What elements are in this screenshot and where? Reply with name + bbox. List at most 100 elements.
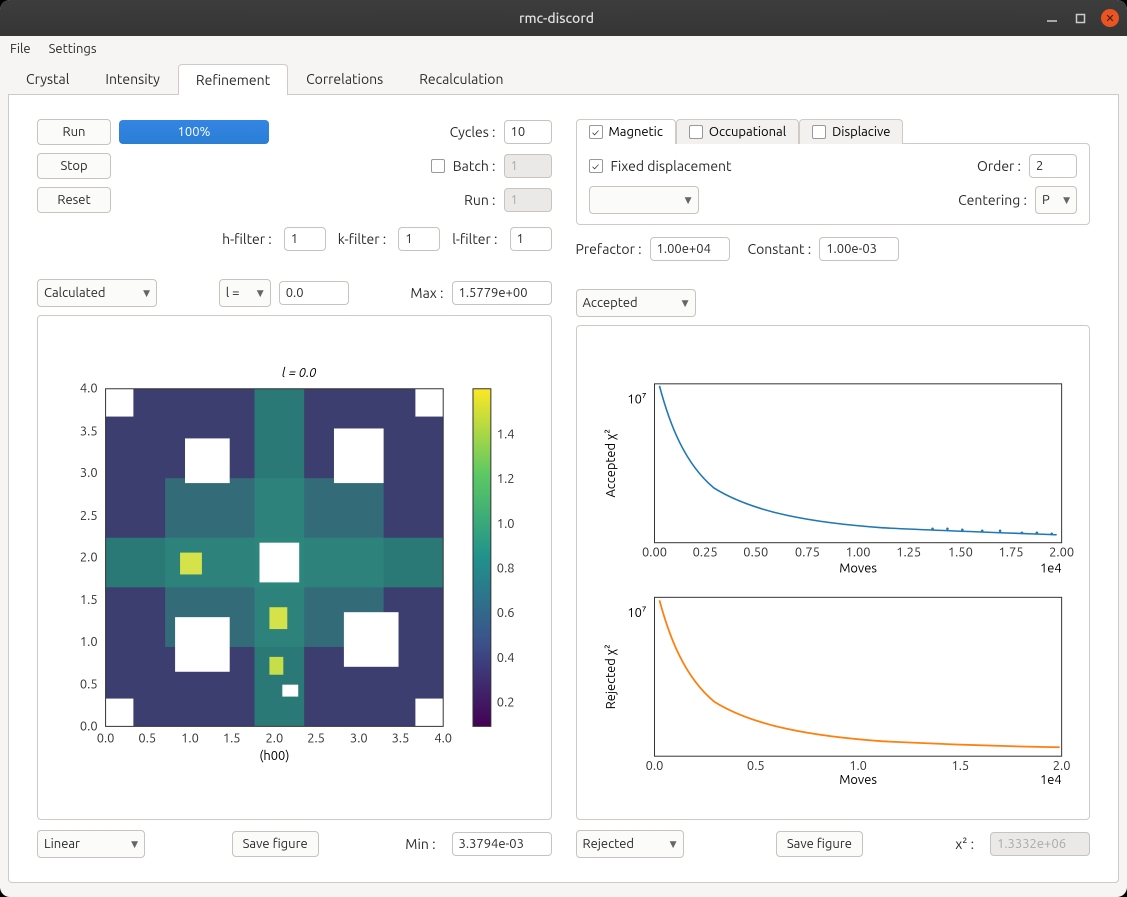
tab-recalculation[interactable]: Recalculation xyxy=(401,63,521,94)
svg-text:1.0: 1.0 xyxy=(497,517,515,531)
heatmap-title: l = 0.0 xyxy=(282,366,317,380)
lfilter-label: l-filter : xyxy=(452,231,497,247)
axis-select[interactable]: l = ▼ xyxy=(219,279,271,307)
window-minimize-button[interactable] xyxy=(1045,11,1059,25)
min-input[interactable] xyxy=(452,832,552,856)
svg-text:0.00: 0.00 xyxy=(642,546,667,560)
x2-label: x² : xyxy=(955,836,974,852)
centering-label: Centering : xyxy=(958,192,1027,208)
menu-settings[interactable]: Settings xyxy=(49,42,97,56)
hfilter-input[interactable] xyxy=(284,227,326,251)
accepted-select-value: Accepted xyxy=(583,296,638,310)
lfilter-input[interactable] xyxy=(510,227,552,251)
svg-text:10⁷: 10⁷ xyxy=(627,393,647,407)
svg-text:2.5: 2.5 xyxy=(307,731,325,745)
fixed-displacement-checkbox[interactable] xyxy=(589,159,603,173)
run-label: Run : xyxy=(464,192,495,208)
occupational-checkbox[interactable] xyxy=(689,125,703,139)
svg-text:1.4: 1.4 xyxy=(497,427,515,441)
svg-text:2.5: 2.5 xyxy=(80,509,98,523)
tab-refinement[interactable]: Refinement xyxy=(178,64,288,95)
chevron-down-icon: ▼ xyxy=(257,288,264,299)
svg-text:1.5: 1.5 xyxy=(951,759,969,773)
reset-button[interactable]: Reset xyxy=(37,187,111,213)
max-label: Max : xyxy=(410,285,443,301)
tab-correlations[interactable]: Correlations xyxy=(288,63,401,94)
subtab-magnetic-label: Magnetic xyxy=(609,125,663,139)
main-tabs: Crystal Intensity Refinement Correlation… xyxy=(8,63,1119,95)
heatmap-plot: l = 0.0 0.00.5 1.01.5 2.02.5 3.03.5 4.0 xyxy=(37,315,552,820)
chevron-down-icon: ▼ xyxy=(1063,195,1070,206)
chevron-down-icon: ▼ xyxy=(685,195,692,206)
cycles-label: Cycles : xyxy=(450,124,496,140)
chevron-down-icon: ▼ xyxy=(131,839,138,850)
subtab-displacive-label: Displacive xyxy=(832,125,890,139)
svg-text:1.5: 1.5 xyxy=(223,731,241,745)
heatmap-xlabel: (h00) xyxy=(259,749,289,763)
tab-intensity[interactable]: Intensity xyxy=(87,63,178,94)
save-figure-right-button[interactable]: Save figure xyxy=(776,831,863,857)
svg-text:3.5: 3.5 xyxy=(392,731,410,745)
centering-select[interactable]: P▼ xyxy=(1035,186,1077,214)
subtab-occupational-label: Occupational xyxy=(709,125,786,139)
subtab-occupational[interactable]: Occupational xyxy=(676,119,799,144)
window-maximize-button[interactable] xyxy=(1073,11,1087,25)
svg-text:4.0: 4.0 xyxy=(80,382,98,396)
svg-text:4.0: 4.0 xyxy=(434,731,452,745)
constant-input[interactable] xyxy=(819,237,899,261)
svg-text:0.6: 0.6 xyxy=(497,606,515,620)
svg-text:1e4: 1e4 xyxy=(1039,773,1061,787)
batch-label: Batch : xyxy=(453,158,496,174)
titlebar: rmc-discord ✕ xyxy=(0,0,1127,36)
svg-text:3.5: 3.5 xyxy=(80,424,98,438)
batch-checkbox[interactable] xyxy=(431,159,445,173)
kfilter-input[interactable] xyxy=(398,227,440,251)
order-input[interactable] xyxy=(1029,154,1077,178)
chevron-down-icon: ▼ xyxy=(670,839,677,850)
displacement-select[interactable]: ▼ xyxy=(589,186,699,214)
svg-text:0.0: 0.0 xyxy=(645,759,663,773)
svg-text:1.5: 1.5 xyxy=(80,593,98,607)
chevron-down-icon: ▼ xyxy=(682,298,689,309)
subtab-displacive[interactable]: Displacive xyxy=(799,119,903,144)
svg-text:1.2: 1.2 xyxy=(497,472,515,486)
tab-crystal[interactable]: Crystal xyxy=(8,63,87,94)
svg-text:1.0: 1.0 xyxy=(80,635,98,649)
kfilter-label: k-filter : xyxy=(338,231,386,247)
svg-text:0.8: 0.8 xyxy=(497,561,515,575)
svg-text:1.25: 1.25 xyxy=(896,546,921,560)
prefactor-input[interactable] xyxy=(650,237,730,261)
window-title: rmc-discord xyxy=(68,10,1045,26)
axis-value-input[interactable] xyxy=(279,281,349,305)
svg-text:1.0: 1.0 xyxy=(181,731,199,745)
window-close-button[interactable]: ✕ xyxy=(1101,9,1119,27)
cycles-input[interactable] xyxy=(504,120,552,144)
batch-input xyxy=(504,154,552,178)
magnetic-checkbox[interactable] xyxy=(589,125,603,139)
source-select[interactable]: Calculated▼ xyxy=(37,279,157,307)
svg-text:0.5: 0.5 xyxy=(80,678,98,692)
svg-text:0.25: 0.25 xyxy=(692,546,717,560)
rejected-select[interactable]: Rejected▼ xyxy=(576,830,684,858)
accepted-select[interactable]: Accepted ▼ xyxy=(576,289,696,317)
svg-text:2.0: 2.0 xyxy=(80,551,98,565)
svg-text:1.75: 1.75 xyxy=(998,546,1023,560)
svg-text:3.0: 3.0 xyxy=(80,466,98,480)
displacive-checkbox[interactable] xyxy=(812,125,826,139)
menu-file[interactable]: File xyxy=(10,42,31,56)
max-input[interactable] xyxy=(452,281,552,305)
svg-text:2.0: 2.0 xyxy=(1052,759,1070,773)
scale-select[interactable]: Linear ▼ xyxy=(37,830,145,858)
svg-text:Rejected χ²: Rejected χ² xyxy=(603,644,617,709)
stop-button[interactable]: Stop xyxy=(37,153,111,179)
scale-select-value: Linear xyxy=(44,837,80,851)
subtab-magnetic[interactable]: Magnetic xyxy=(576,119,676,144)
svg-text:0.50: 0.50 xyxy=(743,546,768,560)
run-button[interactable]: Run xyxy=(37,119,111,145)
constant-label: Constant : xyxy=(748,241,812,257)
svg-text:Moves: Moves xyxy=(839,773,877,787)
svg-text:1.0: 1.0 xyxy=(849,759,867,773)
svg-text:0.5: 0.5 xyxy=(138,731,156,745)
axis-select-value: l = xyxy=(226,286,240,300)
save-figure-left-button[interactable]: Save figure xyxy=(232,831,319,857)
